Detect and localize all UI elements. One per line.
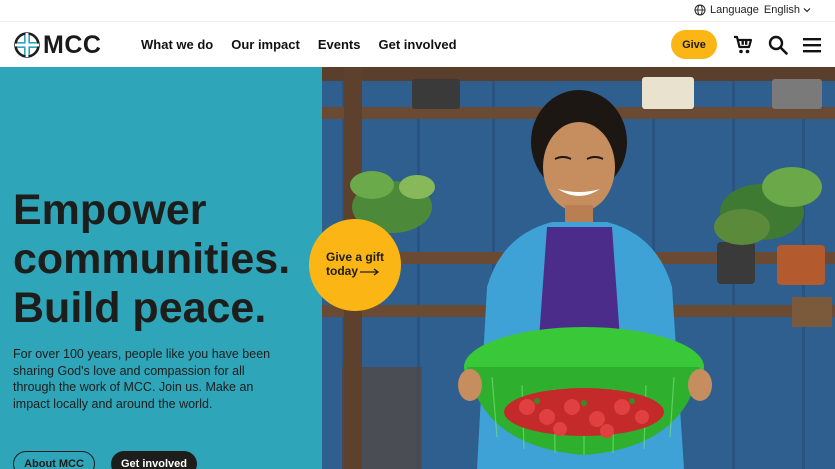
give-a-gift-button[interactable]: Give a gift today: [309, 219, 401, 311]
gift-line-2: today: [326, 264, 384, 278]
language-label: Language: [709, 4, 759, 16]
cart-icon[interactable]: [732, 34, 754, 56]
gift-text: Give a gift today: [326, 250, 384, 278]
utility-bar: Language English: [0, 0, 835, 21]
hero-title: Empower communities. Build peace.: [13, 186, 313, 333]
language-value[interactable]: English: [764, 4, 800, 16]
globe-icon: [694, 4, 706, 16]
search-icon[interactable]: [767, 34, 789, 56]
chevron-down-icon[interactable]: [803, 6, 811, 14]
about-mcc-button[interactable]: About MCC: [13, 451, 95, 469]
language-selector[interactable]: Language English: [694, 4, 811, 16]
mcc-logo[interactable]: MCC: [14, 32, 101, 58]
gift-line-1: Give a gift: [326, 250, 385, 264]
nav-events[interactable]: Events: [318, 37, 361, 53]
get-involved-button[interactable]: Get involved: [111, 451, 197, 469]
hero-title-line: communities.: [13, 235, 291, 283]
logo-text: MCC: [43, 31, 102, 59]
main-header: MCC What we do Our impact Events Get inv…: [0, 21, 835, 67]
arrow-right-icon: [360, 268, 380, 276]
hero-body-text: For over 100 years, people like you have…: [13, 347, 271, 411]
hero-title-line: Empower: [13, 186, 207, 234]
nav-what-we-do[interactable]: What we do: [141, 37, 213, 53]
nav-our-impact[interactable]: Our impact: [231, 37, 300, 53]
hero-title-line: Build peace.: [13, 284, 267, 332]
gift-line-2-text: today: [326, 264, 359, 278]
nav-get-involved[interactable]: Get involved: [378, 37, 456, 53]
main-nav: What we do Our impact Events Get involve…: [141, 37, 475, 53]
logo-mark-icon: [14, 32, 40, 58]
give-button[interactable]: Give: [671, 30, 717, 59]
menu-icon[interactable]: [801, 34, 823, 56]
